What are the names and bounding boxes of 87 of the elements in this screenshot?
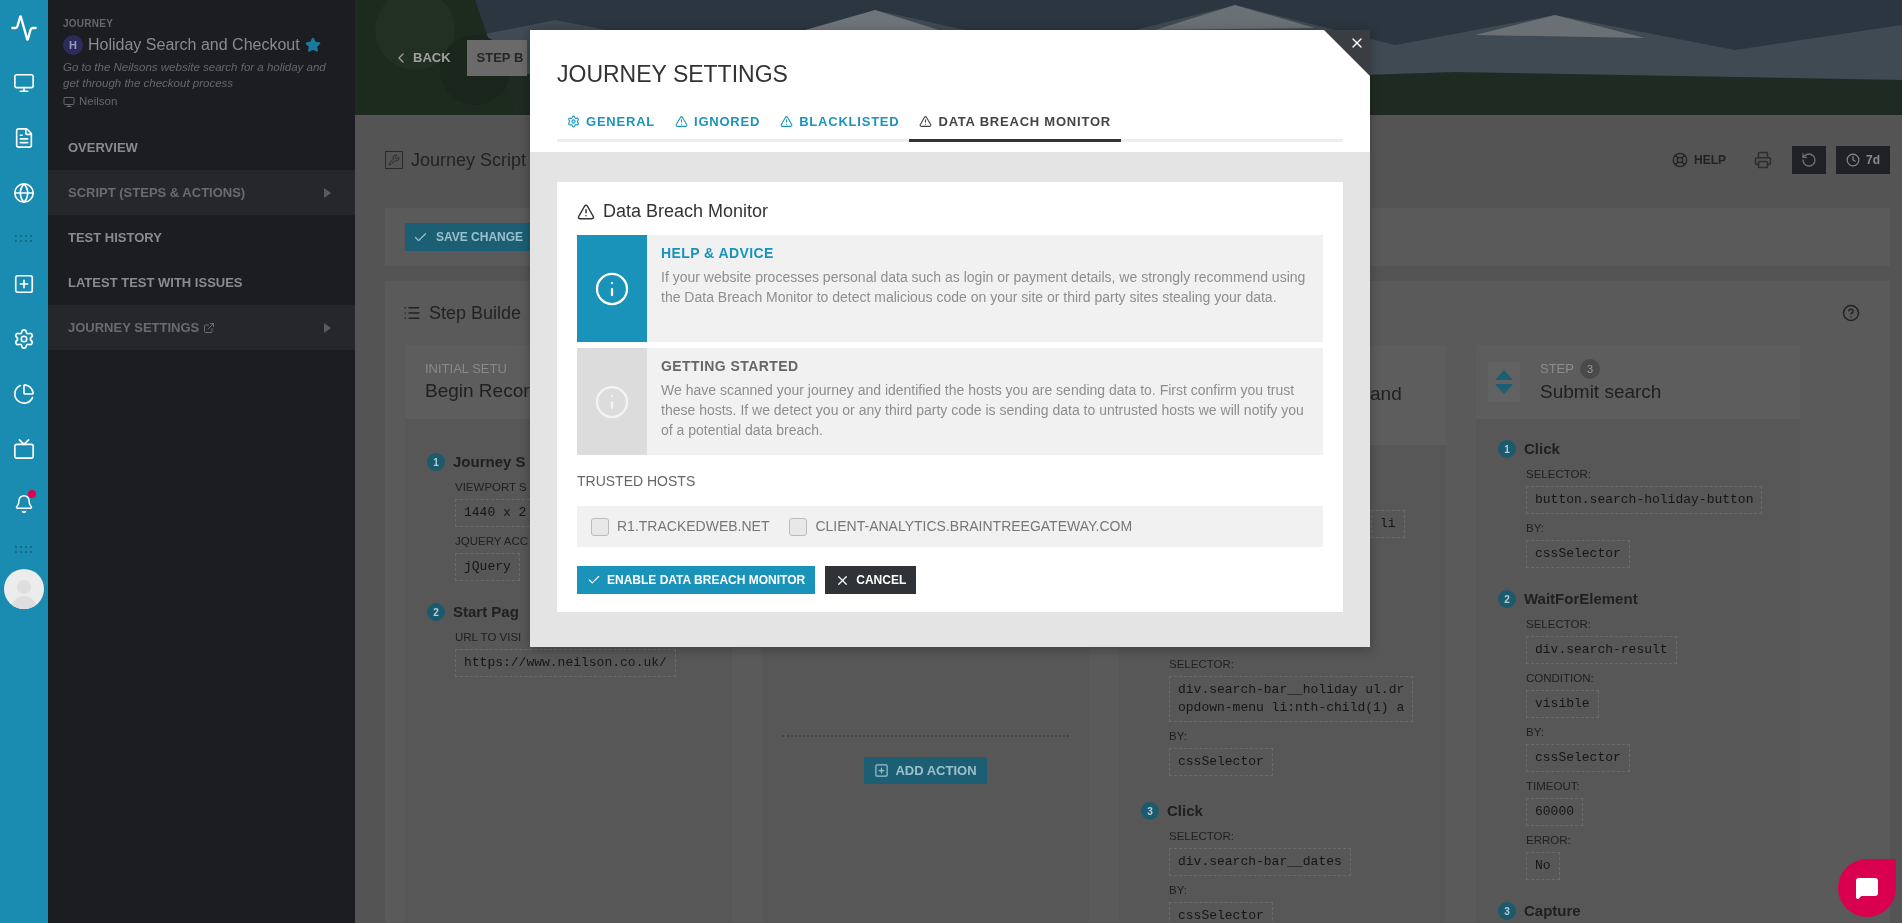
notice-heading: GETTING STARTED [661, 357, 799, 376]
info-icon [594, 383, 630, 420]
journey-avatar: H [63, 35, 83, 55]
list-icon [403, 304, 421, 322]
warning-icon [780, 115, 794, 128]
favorite-star-icon[interactable] [304, 37, 321, 53]
monitor-icon [63, 95, 75, 108]
warning-icon [919, 115, 933, 128]
section-title: Data Breach Monitor [603, 200, 769, 223]
host-checkbox[interactable] [591, 517, 609, 536]
undo-button[interactable] [1792, 146, 1826, 174]
cancel-button[interactable]: CANCEL [825, 566, 917, 594]
settings-tab[interactable]: IGNORED [665, 104, 771, 142]
trusted-hosts-label: TRUSTED HOSTS [577, 472, 696, 491]
step-number: 3 [1579, 359, 1600, 379]
step-number: 2 [427, 603, 445, 621]
step-number: 1 [427, 453, 445, 471]
sidebar-item-label: JOURNEY SETTINGS [68, 318, 200, 337]
code-value: https://www.neilson.co.uk/ [455, 649, 676, 677]
check-icon [587, 573, 601, 587]
enable-button[interactable]: ENABLE DATA BREACH MONITOR [577, 566, 816, 594]
code-value: cssSelector [1169, 902, 1273, 923]
caret-icon [324, 322, 331, 333]
action-name: WaitForElement [1524, 589, 1638, 609]
step-title: Begin Recor [425, 379, 530, 403]
settings-tab[interactable]: BLACKLISTED [770, 104, 910, 142]
step-number: 3 [1498, 902, 1516, 920]
step-number: 1 [1498, 440, 1516, 458]
sidebar-item[interactable]: SCRIPT (STEPS & ACTIONS) [48, 170, 355, 215]
notice-text: We have scanned your journey and identified the hosts you are sending data to. First confirm you trust these hosts. If we detect you or any third party code is sending data to untrusted hosts we will notify you of a potential data breach. [661, 381, 1305, 440]
bell-icon[interactable] [14, 493, 34, 514]
chat-icon [1855, 876, 1879, 900]
code-value: div.search-bar__dates [1169, 848, 1351, 876]
grip-dots-icon [14, 545, 34, 553]
code-value: jQuery [455, 553, 520, 581]
code-value: cssSelector [1526, 540, 1630, 568]
journey-title: Holiday Search and Checkout [88, 35, 300, 55]
action-name: Click [1524, 439, 1560, 459]
notice-text: If your website processes personal data such as login or payment details, we strongly recommend using the Data Breach Monitor to detect malicious code on your site or third party sites stealing your data. [661, 268, 1307, 307]
warning-icon [577, 202, 595, 221]
sidebar-item-label: LATEST TEST WITH ISSUES [68, 273, 243, 292]
code-value: button.search-holiday-button [1526, 486, 1763, 514]
site-name: Neilson [79, 94, 118, 109]
help-icon[interactable] [1842, 304, 1860, 322]
settings-tab[interactable]: GENERAL [557, 104, 666, 142]
journey-description: Go to the Neilsons website search for a holiday and get through the checkout process [63, 60, 327, 91]
action-name: Capture [1524, 901, 1581, 921]
code-value: No [1526, 852, 1560, 880]
clock-icon [1846, 153, 1860, 167]
user-avatar[interactable] [4, 569, 44, 609]
info-icon [594, 270, 630, 307]
add-action-button[interactable]: ADD ACTION [864, 757, 987, 784]
caret-icon [324, 187, 331, 198]
warning-icon [675, 115, 689, 128]
step-button[interactable]: STEP B [466, 39, 527, 76]
code-value: li [1371, 510, 1405, 538]
wrench-icon [385, 151, 403, 169]
print-icon[interactable] [1754, 151, 1772, 169]
code-value: div.search-result [1526, 636, 1677, 664]
step-title: and [1370, 382, 1402, 406]
undo-icon [1801, 152, 1817, 168]
code-value: visible [1526, 690, 1599, 718]
time-range-button[interactable]: 7d [1836, 146, 1890, 174]
code-value: cssSelector [1169, 748, 1273, 776]
panel-title: Step Builde [429, 301, 522, 325]
code-value: cssSelector [1526, 744, 1630, 772]
journey-eyebrow: JOURNEY [63, 17, 114, 31]
step-number: 3 [1141, 802, 1159, 820]
sidebar-item[interactable]: JOURNEY SETTINGS [48, 305, 355, 350]
settings-icon [567, 115, 580, 128]
host-label: CLIENT-ANALYTICS.BRAINTREEGATEWAY.COM [815, 517, 1133, 536]
host-label: R1.TRACKEDWEB.NET [617, 517, 770, 536]
host-checkbox[interactable] [789, 517, 808, 536]
sidebar-item-label: OVERVIEW [68, 138, 138, 157]
notice-heading: HELP & ADVICE [661, 244, 774, 263]
step-number: 2 [1498, 590, 1516, 608]
sidebar-item-label: SCRIPT (STEPS & ACTIONS) [68, 183, 246, 202]
plus-square-icon [874, 763, 890, 778]
dialog-title: JOURNEY SETTINGS [557, 60, 788, 88]
step-title: Submit search [1540, 380, 1662, 404]
grip-dots-icon [14, 234, 34, 242]
settings-tab[interactable]: DATA BREACH MONITOR [909, 104, 1121, 142]
lifebuoy-icon [1671, 152, 1688, 168]
sidebar-item-label: TEST HISTORY [68, 228, 162, 247]
code-value: div.search-bar__holiday ul.dropdown-menu li:nth-child(1) a [1169, 676, 1414, 722]
code-value: 60000 [1526, 798, 1583, 826]
action-name: Click [1167, 801, 1203, 821]
